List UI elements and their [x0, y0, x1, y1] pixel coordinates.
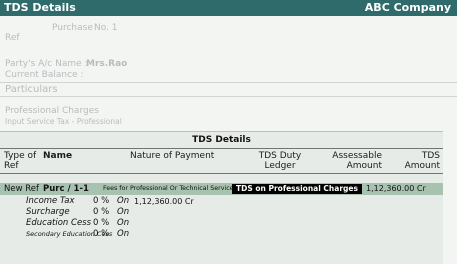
breakup-on: On: [117, 196, 130, 206]
header-top-rule: [0, 148, 443, 149]
col-duty-ledger-2: Ledger: [264, 161, 296, 171]
party-label: Party's A/c Name :: [5, 59, 88, 69]
breakup-percent: 0 %: [93, 207, 110, 217]
ledger-item: Input Service Tax - Professional: [5, 117, 122, 126]
row-type-of-ref[interactable]: New Ref: [4, 183, 39, 195]
col-duty-ledger-1: TDS Duty: [258, 151, 302, 161]
breakup-percent: 0 %: [93, 218, 110, 228]
breakup-on: On: [117, 218, 130, 228]
particulars-label: Particulars: [5, 84, 58, 95]
col-type-of-ref: Type of: [4, 151, 37, 161]
breakup-label: Education Cess: [26, 218, 92, 228]
voucher-number: No. 1: [94, 23, 118, 33]
row-name[interactable]: Purc / 1-1: [43, 183, 89, 195]
breakup-percent: 0 %: [93, 229, 110, 239]
breakup-on: On: [117, 207, 130, 217]
col-nature-of-payment: Nature of Payment: [130, 151, 215, 161]
balance-label: Current Balance :: [5, 70, 84, 80]
screen-title: TDS Details: [4, 1, 76, 14]
col-tds-amount-2: Amount: [404, 161, 440, 171]
row-assessable-amount[interactable]: 1,12,360.00 Cr: [366, 183, 426, 195]
breakup-label: Surcharge: [26, 207, 70, 217]
col-assessable-1: Assessable: [332, 151, 382, 161]
breakup-on: On: [117, 229, 130, 239]
company-name: ABC Company: [364, 1, 451, 14]
separator: [0, 96, 457, 97]
title-bar: TDS Details ABC Company: [0, 0, 457, 16]
header-bottom-rule: [0, 173, 443, 174]
separator: [0, 82, 457, 83]
ref-label: Ref: [5, 33, 20, 43]
col-tds-amount-1: TDS: [421, 151, 440, 161]
ledger-item: Professional Charges: [5, 106, 99, 116]
col-ref: Ref: [4, 161, 19, 171]
tds-duty-ledger-field[interactable]: TDS on Professional Charges: [232, 184, 362, 194]
tds-panel-title: TDS Details: [192, 135, 251, 145]
voucher-type-label: Purchase: [52, 23, 93, 33]
breakup-label: Income Tax: [26, 196, 75, 206]
row-nature-of-payment[interactable]: Fees for Professional Or Technical Servi…: [103, 183, 237, 195]
breakup-amount: 1,12,360.00 Cr: [134, 197, 194, 206]
party-value: Mrs.Rao: [86, 59, 128, 69]
col-assessable-2: Amount: [346, 161, 382, 171]
breakup-percent: 0 %: [93, 196, 110, 206]
col-name: Name: [43, 151, 73, 161]
